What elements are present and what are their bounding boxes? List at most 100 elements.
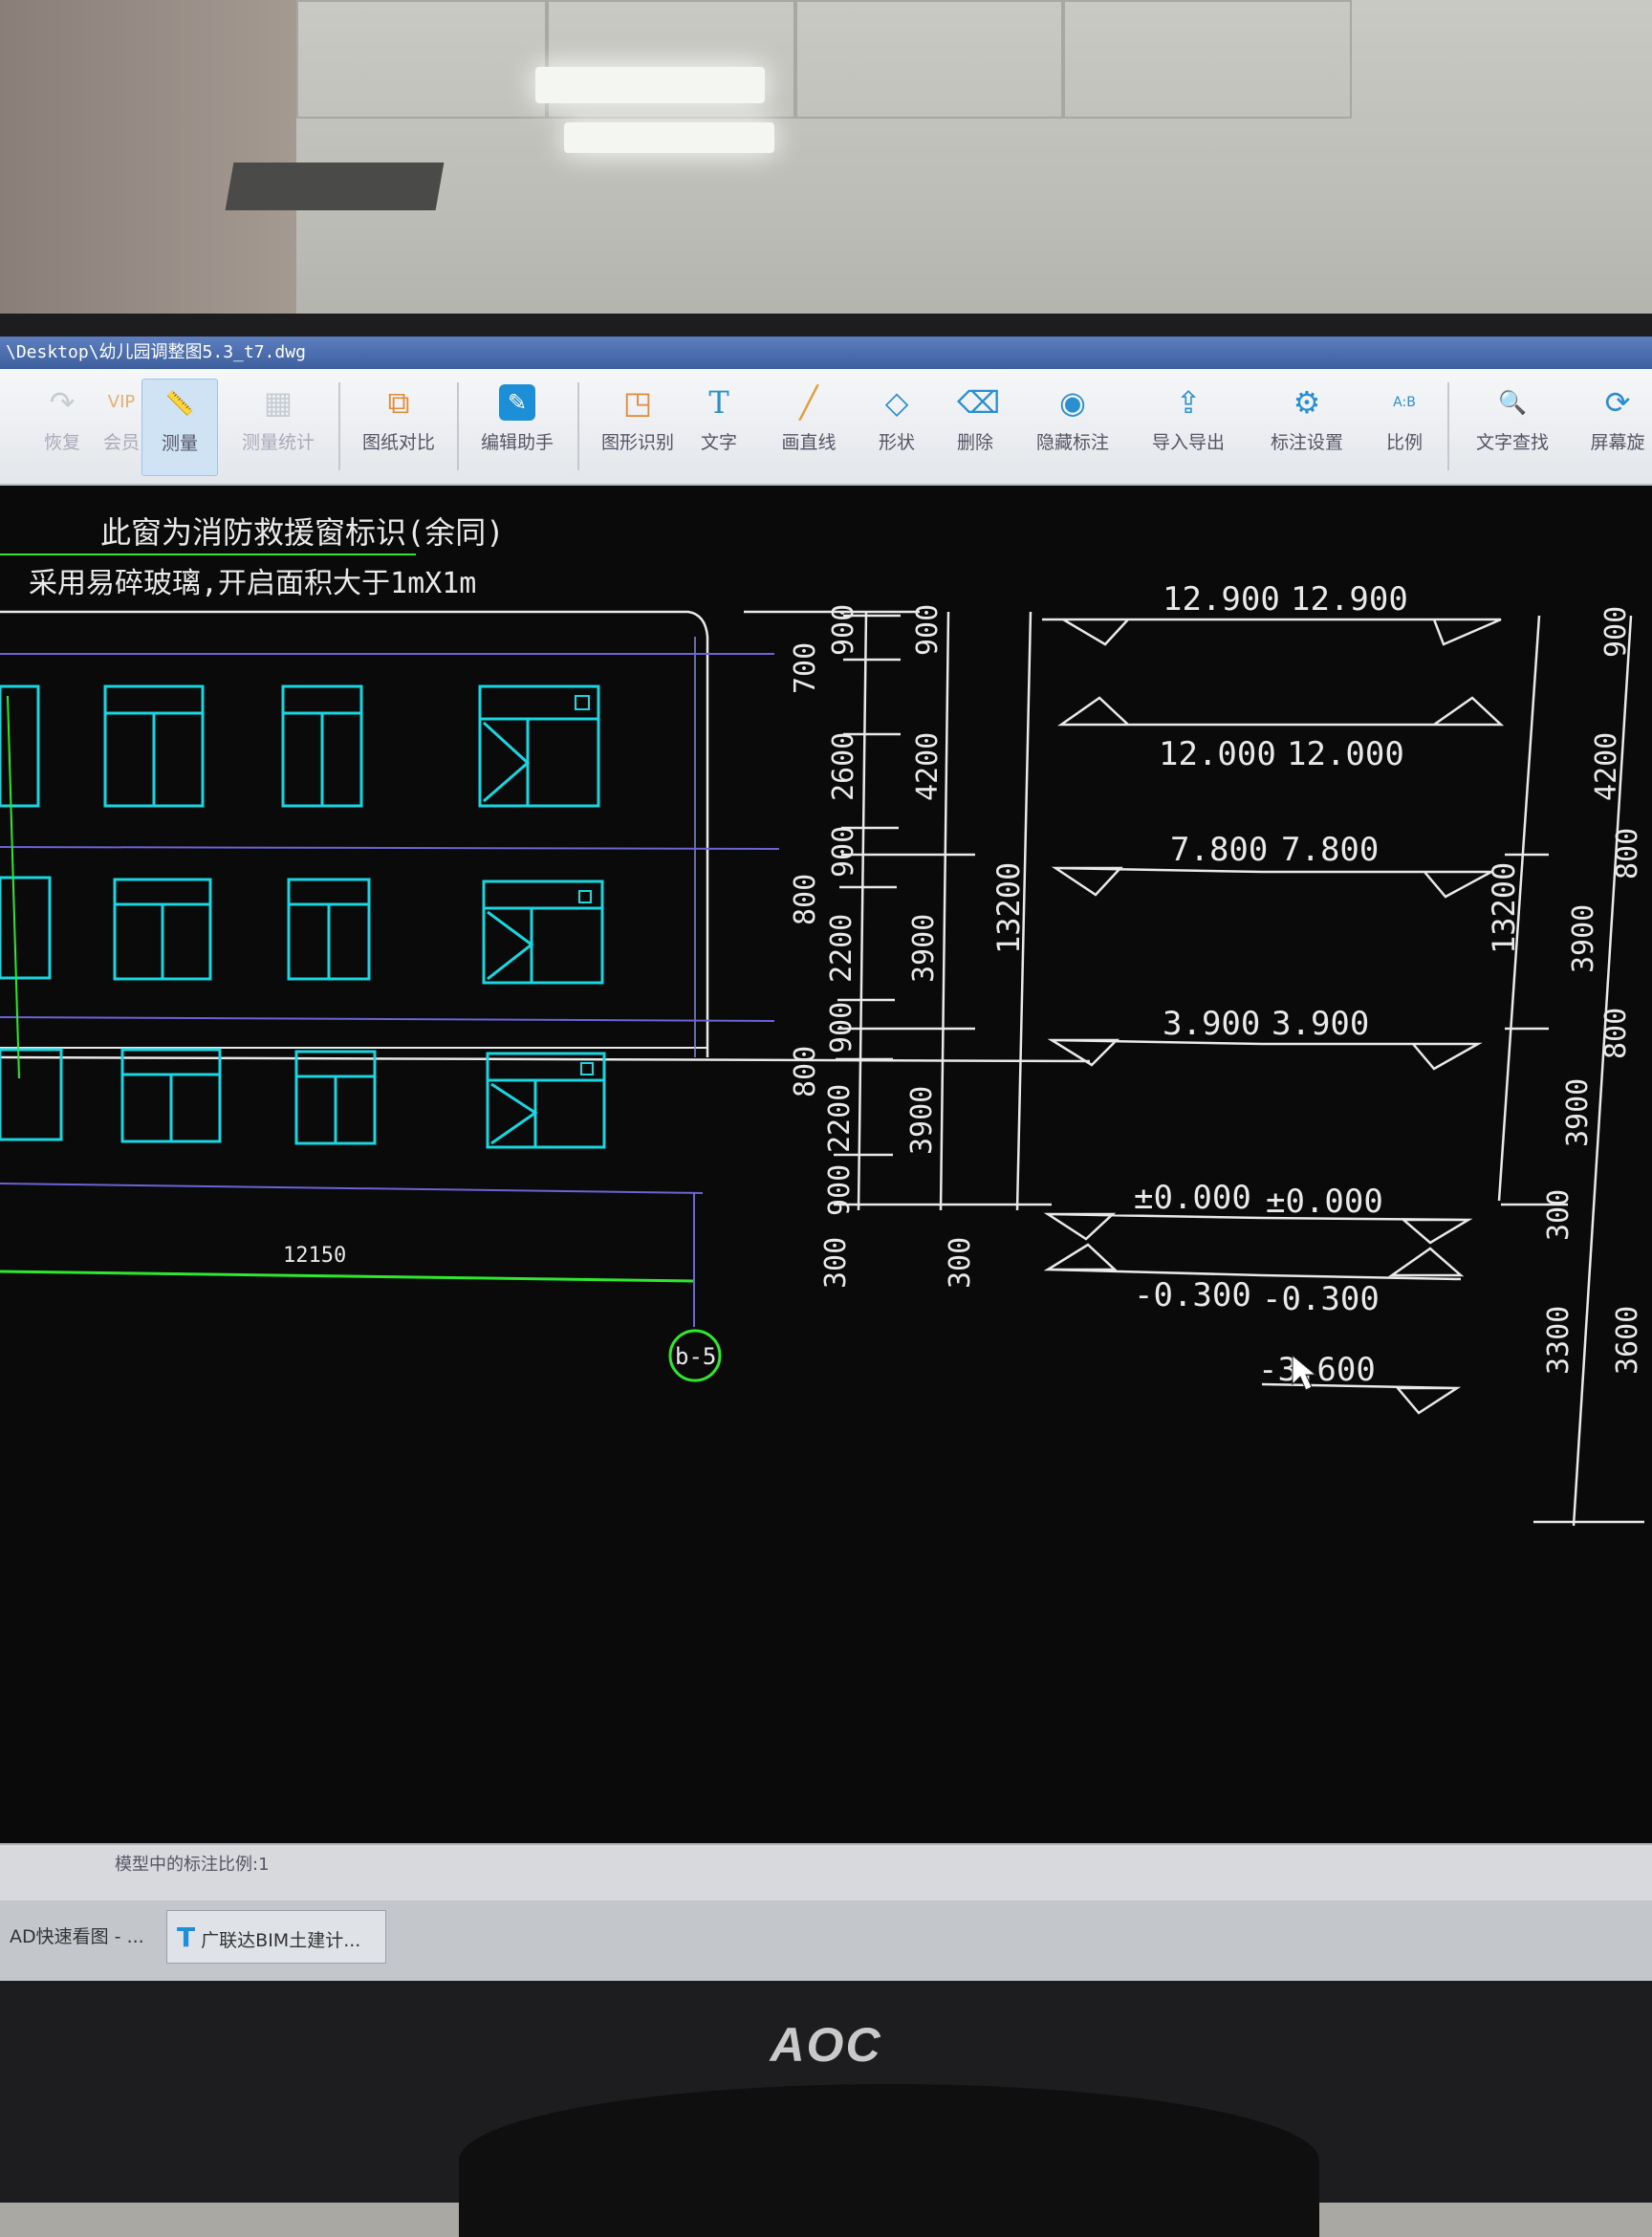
window-title: \Desktop\幼儿园调整图5.3_t7.dwg xyxy=(0,337,1652,369)
ceiling-tile xyxy=(793,0,1065,119)
elevation-label: -0.300 xyxy=(1134,1276,1251,1314)
floor-line xyxy=(0,1016,775,1022)
toolbar-text-button[interactable]: T 文字 xyxy=(681,379,757,474)
toolbar-edit-helper-button[interactable]: ✎ 编辑助手 xyxy=(465,379,570,474)
drawing-note-2: 采用易碎玻璃,开启面积大于1mX1m xyxy=(29,567,476,600)
annotation-settings-icon: ⚙ xyxy=(1293,384,1321,421)
ground-line xyxy=(0,1055,1091,1063)
room-background xyxy=(0,0,1652,344)
taskbar-bim-app-label: 广联达BIM土建计... xyxy=(201,1930,361,1951)
dim-text: 900 xyxy=(825,1002,859,1053)
line-icon: ╱ xyxy=(799,384,818,421)
dim-text: 900 xyxy=(827,826,860,878)
taskbar-cad-viewer[interactable]: AD快速看图 - ... xyxy=(0,1910,163,1964)
elevation-symbol xyxy=(1262,696,1505,727)
bottom-dimension-line xyxy=(0,1270,695,1283)
toolbar-screen-rotate-button[interactable]: ⟳ 屏幕旋 xyxy=(1577,379,1652,474)
ceiling-tile xyxy=(1061,0,1352,119)
taskbar: AD快速看图 - ... T 广联达BIM土建计... xyxy=(0,1900,1652,1981)
window xyxy=(0,876,52,980)
dim-text: 3900 xyxy=(905,1086,939,1155)
tool-label: 画直线 xyxy=(781,432,837,453)
dim-text: 3300 xyxy=(1542,1306,1576,1375)
toolbar-hide-annotation-button[interactable]: ◉ 隐藏标注 xyxy=(1019,379,1126,474)
toolbar-delete-button[interactable]: ⌫ 删除 xyxy=(937,379,1013,474)
elevation-label: 12.900 xyxy=(1163,580,1280,619)
drawing-canvas[interactable]: 此窗为消防救援窗标识(余同) 采用易碎玻璃,开启面积大于1mX1m 12150 … xyxy=(0,486,1652,1843)
tool-label: 比例 xyxy=(1385,432,1423,453)
elevation-symbol xyxy=(1043,1243,1263,1277)
screen-rotate-icon: ⟳ xyxy=(1604,384,1631,421)
cad-drawing[interactable]: 此窗为消防救援窗标识(余同) 采用易碎玻璃,开启面积大于1mX1m 12150 … xyxy=(0,486,1652,1843)
tool-label: 编辑助手 xyxy=(480,432,554,453)
toolbar-measure-stats-button[interactable]: ▦ 测量统计 xyxy=(226,379,331,474)
dim-text: 800 xyxy=(789,1046,822,1097)
vip-icon: VIP xyxy=(107,392,136,412)
tool-label: 删除 xyxy=(956,432,993,453)
elevation-label: 12.000 xyxy=(1287,735,1404,773)
elevation-label: 7.800 xyxy=(1170,831,1268,869)
dim-text: 900 xyxy=(911,604,945,656)
toolbar-scale-button[interactable]: A:B 比例 xyxy=(1367,379,1442,474)
toolbar-import-export-button[interactable]: ⇪ 导入导出 xyxy=(1136,379,1241,474)
compare-icon: ⧉ xyxy=(387,384,410,421)
elevation-label: ±0.000 xyxy=(1134,1179,1251,1217)
tool-label: 图纸对比 xyxy=(361,432,435,453)
tool-label: 会员 xyxy=(102,432,140,453)
dimension-texts: 900 700 2600 900 800 2200 900 800 2200 9… xyxy=(789,604,1644,1375)
text-icon: T xyxy=(708,384,729,421)
elevation-symbol xyxy=(1057,696,1262,727)
toolbar-shape-recognize-button[interactable]: ◳ 图形识别 xyxy=(585,379,690,474)
toolbar-compare-button[interactable]: ⧉ 图纸对比 xyxy=(346,379,451,474)
toolbar-annotation-settings-button[interactable]: ⚙ 标注设置 xyxy=(1254,379,1359,474)
dim-text: 4200 xyxy=(911,732,945,801)
dim-text: 300 xyxy=(1542,1189,1576,1241)
elevation-label: ±0.000 xyxy=(1266,1183,1383,1221)
window-opening-mark xyxy=(482,721,531,803)
elevation-labels: 12.900 12.900 12.000 12.000 7.800 7.800 … xyxy=(1134,580,1408,1389)
dim-text: 2200 xyxy=(823,1084,857,1153)
dim-text: 800 xyxy=(1611,828,1644,880)
window xyxy=(0,684,40,808)
elevation-label: 7.800 xyxy=(1281,831,1379,869)
monitor-stand xyxy=(459,2084,1319,2237)
toolbar-separator xyxy=(577,382,579,470)
toolbar-shape-button[interactable]: ◇ 形状 xyxy=(857,379,937,474)
tool-label: 图形识别 xyxy=(600,432,674,453)
ceiling-vent xyxy=(225,163,445,210)
window-opening-mark xyxy=(490,1082,538,1145)
tool-label: 测量统计 xyxy=(241,432,315,453)
status-bar: 模型中的标注比例:1 xyxy=(0,1843,1652,1902)
dim-text: 3900 xyxy=(907,914,941,983)
rescue-window-mark xyxy=(578,890,592,903)
toolbar-measure-button[interactable]: 📏 测量 xyxy=(141,379,218,476)
elevation-symbol xyxy=(1042,618,1272,646)
dim-text: 900 xyxy=(827,604,860,656)
toolbar-line-button[interactable]: ╱ 画直线 xyxy=(765,379,853,474)
elevation-symbol xyxy=(1262,870,1492,899)
floor-line xyxy=(0,1183,704,1194)
taskbar-bim-app[interactable]: T 广联达BIM土建计... xyxy=(166,1910,386,1964)
dim-text: 300 xyxy=(944,1237,977,1289)
rescue-window-mark xyxy=(575,695,590,710)
dim-total-left: 13200 xyxy=(990,862,1027,954)
dim-text: 2200 xyxy=(825,914,859,983)
toolbar-separator xyxy=(457,382,459,470)
ceiling-tile xyxy=(296,0,549,119)
axis-line-left xyxy=(7,695,20,1079)
elevation-label: 12.900 xyxy=(1291,580,1408,619)
dim-text: 4200 xyxy=(1590,732,1623,801)
dim-line-col1 xyxy=(857,611,868,1211)
elevation-label: 12.000 xyxy=(1159,735,1276,773)
dim-text: 3900 xyxy=(1567,904,1600,973)
drawing-note-1: 此窗为消防救援窗标识(余同) xyxy=(100,514,505,551)
import-export-icon: ⇪ xyxy=(1175,384,1202,421)
dim-text: 800 xyxy=(789,874,822,925)
eraser-icon: ⌫ xyxy=(957,384,1001,421)
hide-annotation-icon: ◉ xyxy=(1059,384,1086,421)
window-row-2 xyxy=(0,876,604,985)
rescue-window-mark xyxy=(580,1062,594,1075)
text-search-icon: 🔍 xyxy=(1498,389,1527,416)
scale-icon: A:B xyxy=(1393,395,1416,410)
toolbar-text-search-button[interactable]: 🔍 文字查找 xyxy=(1457,379,1568,474)
